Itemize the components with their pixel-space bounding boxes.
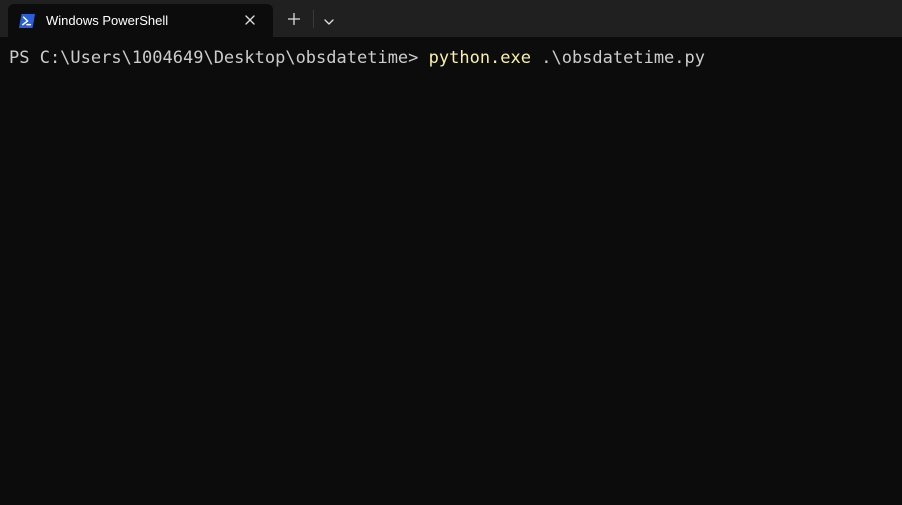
close-icon[interactable] [240, 10, 260, 30]
command-text: python.exe [428, 48, 531, 68]
profile-dropdown-button[interactable] [318, 8, 340, 30]
powershell-icon [19, 13, 35, 28]
tab-separator [313, 10, 314, 28]
new-tab-button[interactable] [282, 8, 306, 30]
chevron-down-icon [324, 10, 334, 29]
terminal-window: Windows PowerShell PS C:\Users\1004649\D… [0, 0, 902, 505]
command-line: PS C:\Users\1004649\Desktop\obsdatetime>… [9, 47, 705, 69]
tab-strip: Windows PowerShell [0, 0, 902, 37]
tab-title: Windows PowerShell [46, 13, 169, 28]
argument-text: .\obsdatetime.py [531, 48, 705, 68]
tab-windows-powershell[interactable]: Windows PowerShell [8, 4, 273, 37]
plus-icon [287, 10, 301, 29]
prompt-text: PS C:\Users\1004649\Desktop\obsdatetime> [9, 48, 429, 68]
terminal-output[interactable]: PS C:\Users\1004649\Desktop\obsdatetime>… [0, 37, 902, 505]
